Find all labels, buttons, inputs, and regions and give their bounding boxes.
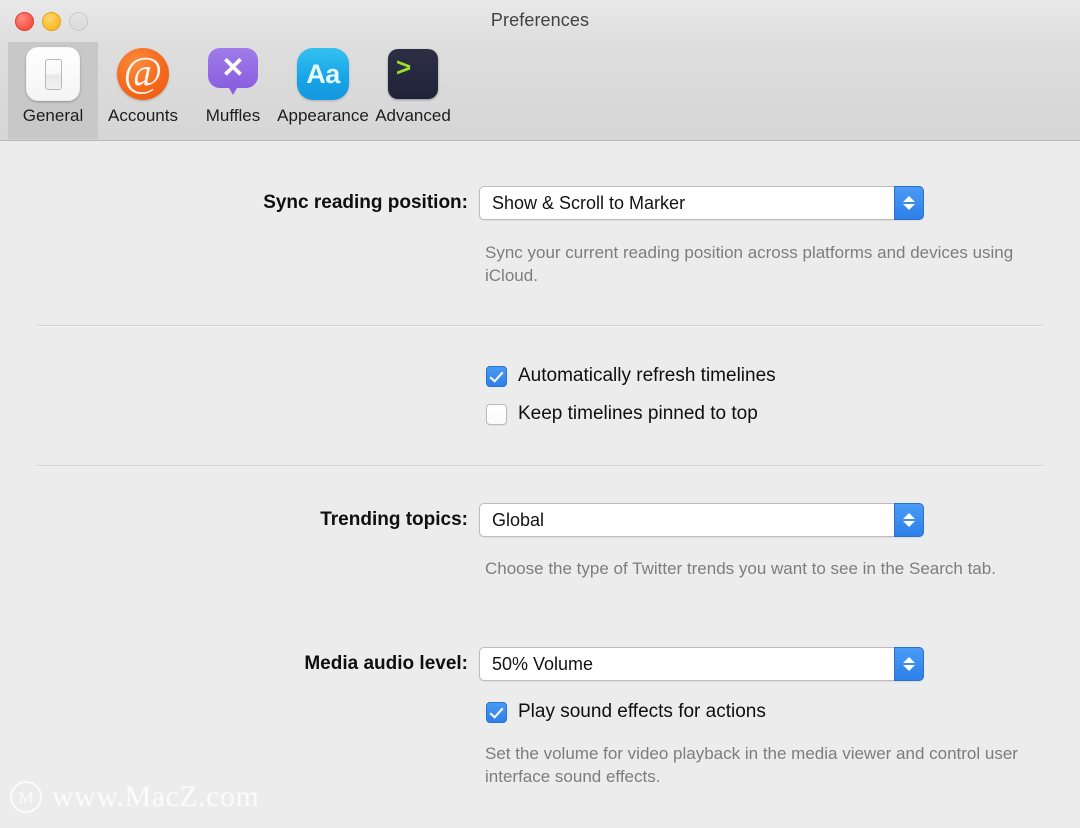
- general-pane: Sync reading position: Show & Scroll to …: [0, 141, 1080, 828]
- chevron-updown-icon[interactable]: [894, 503, 924, 537]
- tab-appearance-label: Appearance: [277, 106, 369, 125]
- empty-checkbox-icon: [486, 403, 507, 425]
- x-glyph: ✕: [221, 52, 245, 83]
- at-sign-icon: @: [116, 47, 170, 101]
- sync-reading-position-help: Sync your current reading position acros…: [485, 243, 1014, 285]
- checkbox-auto-refresh-timelines-label: Automatically refresh timelines: [518, 365, 776, 386]
- font-size-icon: Aa: [296, 47, 350, 101]
- sync-reading-position-row: Sync reading position: Show & Scroll to …: [210, 186, 924, 220]
- tab-general[interactable]: General: [8, 42, 98, 139]
- prompt-glyph: >: [396, 52, 412, 82]
- checkbox-keep-timelines-pinned-label: Keep timelines pinned to top: [518, 403, 758, 424]
- media-audio-level-help: Set the volume for video playback in the…: [485, 744, 1018, 786]
- tab-muffles[interactable]: ✕ Muffles: [188, 42, 278, 139]
- trending-topics-select[interactable]: Global: [479, 503, 924, 537]
- media-audio-level-select[interactable]: 50% Volume: [479, 647, 924, 681]
- checkbox-play-sound-effects-label: Play sound effects for actions: [518, 701, 766, 722]
- tab-advanced[interactable]: > Advanced: [368, 42, 458, 139]
- terminal-icon: >: [386, 47, 440, 101]
- title-bar: Preferences: [0, 0, 1080, 42]
- aa-glyph: Aa: [306, 58, 340, 89]
- media-audio-level-value: 50% Volume: [492, 653, 594, 674]
- trending-topics-help: Choose the type of Twitter trends you wa…: [485, 559, 996, 578]
- preferences-toolbar: General @ Accounts ✕ Muffles Aa Appearan…: [0, 42, 1080, 141]
- divider-2: [37, 465, 1043, 466]
- page-title: Preferences: [490, 10, 590, 30]
- checkbox-play-sound-effects[interactable]: Play sound effects for actions: [486, 697, 766, 727]
- checkbox-auto-refresh-timelines[interactable]: Automatically refresh timelines: [486, 361, 776, 391]
- divider-1: [37, 325, 1043, 326]
- tab-accounts[interactable]: @ Accounts: [98, 42, 188, 139]
- chevron-updown-icon[interactable]: [894, 186, 924, 220]
- checkmark-icon: [486, 701, 507, 723]
- trending-topics-label: Trending topics:: [320, 509, 468, 530]
- sync-reading-position-value: Show & Scroll to Marker: [492, 192, 686, 213]
- chevron-updown-icon[interactable]: [894, 647, 924, 681]
- media-audio-level-label: Media audio level:: [304, 653, 468, 674]
- media-audio-level-row: Media audio level: 50% Volume: [259, 647, 924, 681]
- checkmark-icon: [486, 365, 507, 387]
- sync-reading-position-select[interactable]: Show & Scroll to Marker: [479, 186, 924, 220]
- timeline-options-group: Automatically refresh timelines Keep tim…: [486, 361, 776, 429]
- light-switch-icon: [26, 47, 80, 101]
- preferences-window: Preferences General @ Accounts ✕ Muffles…: [0, 0, 1080, 828]
- trending-topics-value: Global: [492, 509, 545, 530]
- tab-general-label: General: [22, 106, 84, 125]
- tab-accounts-label: Accounts: [108, 106, 178, 125]
- at-sign-glyph: @: [123, 50, 163, 96]
- checkbox-keep-timelines-pinned[interactable]: Keep timelines pinned to top: [486, 399, 776, 429]
- tab-appearance[interactable]: Aa Appearance: [277, 42, 369, 139]
- speech-bubble-x-icon: ✕: [206, 47, 260, 101]
- trending-topics-row: Trending topics: Global: [282, 503, 924, 537]
- tab-muffles-label: Muffles: [205, 106, 261, 125]
- sound-effects-group: Play sound effects for actions: [486, 697, 766, 727]
- tab-advanced-label: Advanced: [375, 106, 451, 125]
- sync-reading-position-label: Sync reading position:: [263, 192, 468, 213]
